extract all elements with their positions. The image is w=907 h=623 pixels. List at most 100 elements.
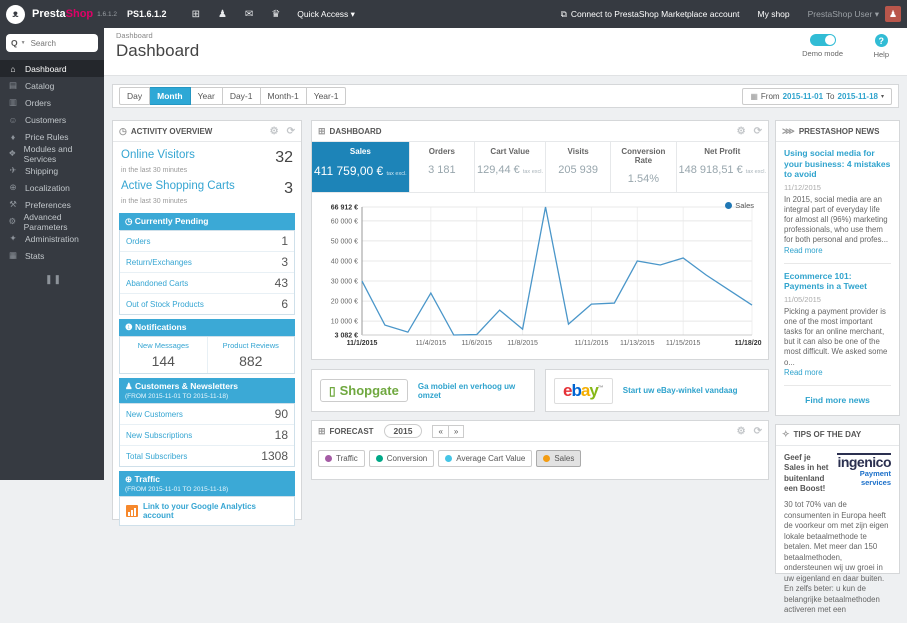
my-shop-link[interactable]: My shop <box>758 9 790 19</box>
product-reviews-cell[interactable]: Product Reviews 882 <box>206 337 295 373</box>
price-rules-icon: ♦ <box>10 131 16 142</box>
user-avatar[interactable]: ♟ <box>885 6 901 22</box>
quick-access-menu[interactable]: Quick Access ▾ <box>297 9 355 20</box>
svg-text:60 000 €: 60 000 € <box>331 218 358 225</box>
forecast-next-button[interactable]: » <box>448 424 465 438</box>
sidebar-item-localization[interactable]: ⊕ Localization <box>0 179 104 196</box>
sidebar-item-dashboard[interactable]: ⌂ Dashboard <box>0 60 104 77</box>
refresh-icon[interactable]: ⟳ <box>287 126 295 137</box>
range-day-1-button[interactable]: Day-1 <box>222 87 261 105</box>
search-input[interactable] <box>28 37 91 49</box>
svg-text:50 000 €: 50 000 € <box>331 238 358 245</box>
refresh-icon[interactable]: ⟳ <box>754 126 762 137</box>
ebay-link[interactable]: Start uw eBay-winkel vandaag <box>623 386 738 395</box>
active-carts-link[interactable]: Active Shopping Carts <box>121 180 284 192</box>
customers-newsletters-header: ♟ Customers & Newsletters (FROM 2015-11-0… <box>119 378 295 403</box>
gear-icon[interactable]: ⚙ <box>737 126 746 137</box>
sidebar-item-shipping[interactable]: ✈ Shipping <box>0 162 104 179</box>
legend-average-cart-value-button[interactable]: Average Cart Value <box>438 450 533 467</box>
activity-overview-panel: ◷ ACTIVITY OVERVIEW ⚙ ⟳ Online Visitors 3… <box>112 120 302 526</box>
breadcrumb: Dashboard <box>116 31 153 40</box>
sidebar-item-preferences[interactable]: ⚒ Preferences <box>0 196 104 213</box>
tips-panel-title: TIPS OF THE DAY <box>793 430 862 440</box>
legend-sales-button[interactable]: Sales <box>536 450 582 467</box>
kpi-net-profit[interactable]: Net Profit 148 918,51 € tax excl. <box>677 142 768 192</box>
read-more-link[interactable]: Read more <box>784 368 823 377</box>
svg-text:11/6/2015: 11/6/2015 <box>461 340 492 347</box>
modules-icon: ❖ <box>8 148 17 158</box>
cart-icon: ⊞ <box>318 425 326 436</box>
sidebar-item-catalog[interactable]: ▤ Catalog <box>0 77 104 94</box>
date-from: 2015-11-01 <box>782 91 824 101</box>
kpi-conversion-rate[interactable]: Conversion Rate 1.54% <box>611 142 677 192</box>
sidebar-item-modules[interactable]: ❖ Modules and Services <box>0 144 104 164</box>
employee-icon[interactable]: ♟ <box>218 9 227 20</box>
kpi-orders[interactable]: Orders 3 181 <box>410 142 475 192</box>
new-messages-cell[interactable]: New Messages 144 <box>120 337 207 373</box>
traffic-date-range: (FROM 2015-11-01 TO 2015-11-18) <box>125 486 229 493</box>
customers-row-total-subscribers: Total Subscribers 1308 <box>120 445 294 466</box>
range-month-button[interactable]: Month <box>150 87 191 105</box>
trophy-icon[interactable]: ♛ <box>271 9 280 20</box>
marketplace-link[interactable]: ⧉ Connect to PrestaShop Marketplace accou… <box>561 9 740 20</box>
pending-row-abandoned-carts: Abandoned Carts 43 <box>120 272 294 293</box>
calendar-icon: ▦ <box>750 91 758 101</box>
page-header: Dashboard Dashboard Demo mode ? Help <box>104 28 907 76</box>
customers-row-new-subscriptions: New Subscriptions 18 <box>120 424 294 445</box>
legend-conversion-button[interactable]: Conversion <box>368 450 435 467</box>
legend-traffic-button[interactable]: Traffic <box>318 450 365 467</box>
cart-icon[interactable]: ⊞ <box>192 9 200 20</box>
online-visitors-link[interactable]: Online Visitors <box>121 149 275 161</box>
administration-icon: ✦ <box>9 233 17 243</box>
sidebar-item-customers[interactable]: ☺ Customers <box>0 111 104 128</box>
range-year-1-button[interactable]: Year-1 <box>306 87 347 105</box>
kpi-visits[interactable]: Visits 205 939 <box>546 142 612 192</box>
read-more-link[interactable]: Read more <box>784 246 823 255</box>
sidebar-item-stats[interactable]: ▦ Stats <box>0 247 104 264</box>
shopgate-link[interactable]: Ga mobiel en verhoog uw omzet <box>418 382 526 400</box>
find-more-news-link[interactable]: Find more news <box>784 393 891 409</box>
active-carts-sub: in the last 30 minutes <box>121 198 188 205</box>
svg-text:11/8/2015: 11/8/2015 <box>507 340 538 347</box>
shopgate-banner[interactable]: ▯ Shopgate Ga mobiel en verhoog uw omzet <box>311 369 535 412</box>
notification-icon: ❶ <box>125 322 133 332</box>
sales-dot <box>543 455 551 462</box>
mail-icon[interactable]: ✉ <box>245 9 253 20</box>
search-icon: Q <box>11 38 18 48</box>
shipping-icon: ✈ <box>9 165 17 175</box>
ebay-banner[interactable]: ebay™ Start uw eBay-winkel vandaag <box>545 369 769 412</box>
kpi-cart-value[interactable]: Cart Value 129,44 € tax excl. <box>475 142 547 192</box>
sidebar-collapse-button[interactable]: ❚❚ <box>45 274 61 285</box>
gear-icon[interactable]: ⚙ <box>270 126 279 137</box>
range-month-1-button[interactable]: Month-1 <box>260 87 307 105</box>
news-article-title[interactable]: Ecommerce 101: Payments in a Tweet <box>784 271 891 292</box>
help-icon[interactable]: ? <box>874 34 888 47</box>
sidebar-item-price-rules[interactable]: ♦ Price Rules <box>0 128 104 145</box>
legend-dot <box>725 202 733 209</box>
advanced-parameters-icon: ⚙ <box>8 216 17 226</box>
svg-text:30 000 €: 30 000 € <box>331 279 358 286</box>
pending-row-returns: Return/Exchanges 3 <box>120 251 294 272</box>
sidebar-item-advanced-parameters[interactable]: ⚙ Advanced Parameters <box>0 212 104 232</box>
sidebar-item-administration[interactable]: ✦ Administration <box>0 230 104 247</box>
refresh-icon[interactable]: ⟳ <box>754 426 762 437</box>
prestashop-logo[interactable]: ᴥ <box>6 4 25 24</box>
gear-icon[interactable]: ⚙ <box>737 426 746 437</box>
forecast-prev-button[interactable]: « <box>432 424 449 438</box>
range-year-button[interactable]: Year <box>190 87 223 105</box>
date-range-picker[interactable]: ▦ From 2015-11-01 To 2015-11-18 ▾ <box>742 87 892 105</box>
svg-text:11/11/2015: 11/11/2015 <box>574 340 608 347</box>
dashboard-panel: ⊞ DASHBOARD ⚙ ⟳ Sales 411 759,00 € tax ex… <box>311 120 769 360</box>
clock-icon: ◷ <box>119 125 127 136</box>
traffic-dot <box>325 455 332 462</box>
demo-mode-toggle[interactable] <box>809 34 836 46</box>
range-day-button[interactable]: Day <box>119 87 151 105</box>
user-menu[interactable]: PrestaShop User ▾ <box>808 9 879 20</box>
news-article-excerpt: Picking a payment provider is one of the… <box>784 306 888 377</box>
date-filter-bar: Day Month Year Day-1 Month-1 Year-1 ▦ Fr… <box>112 84 899 108</box>
kpi-sales[interactable]: Sales 411 759,00 € tax excl. <box>312 142 410 192</box>
news-article-title[interactable]: Using social media for your business: 4 … <box>784 148 891 180</box>
sidebar-search[interactable]: Q ▼ <box>6 34 98 52</box>
sidebar-item-orders[interactable]: ▥ Orders <box>0 94 104 111</box>
google-analytics-link[interactable]: Link to your Google Analytics account <box>143 502 288 520</box>
